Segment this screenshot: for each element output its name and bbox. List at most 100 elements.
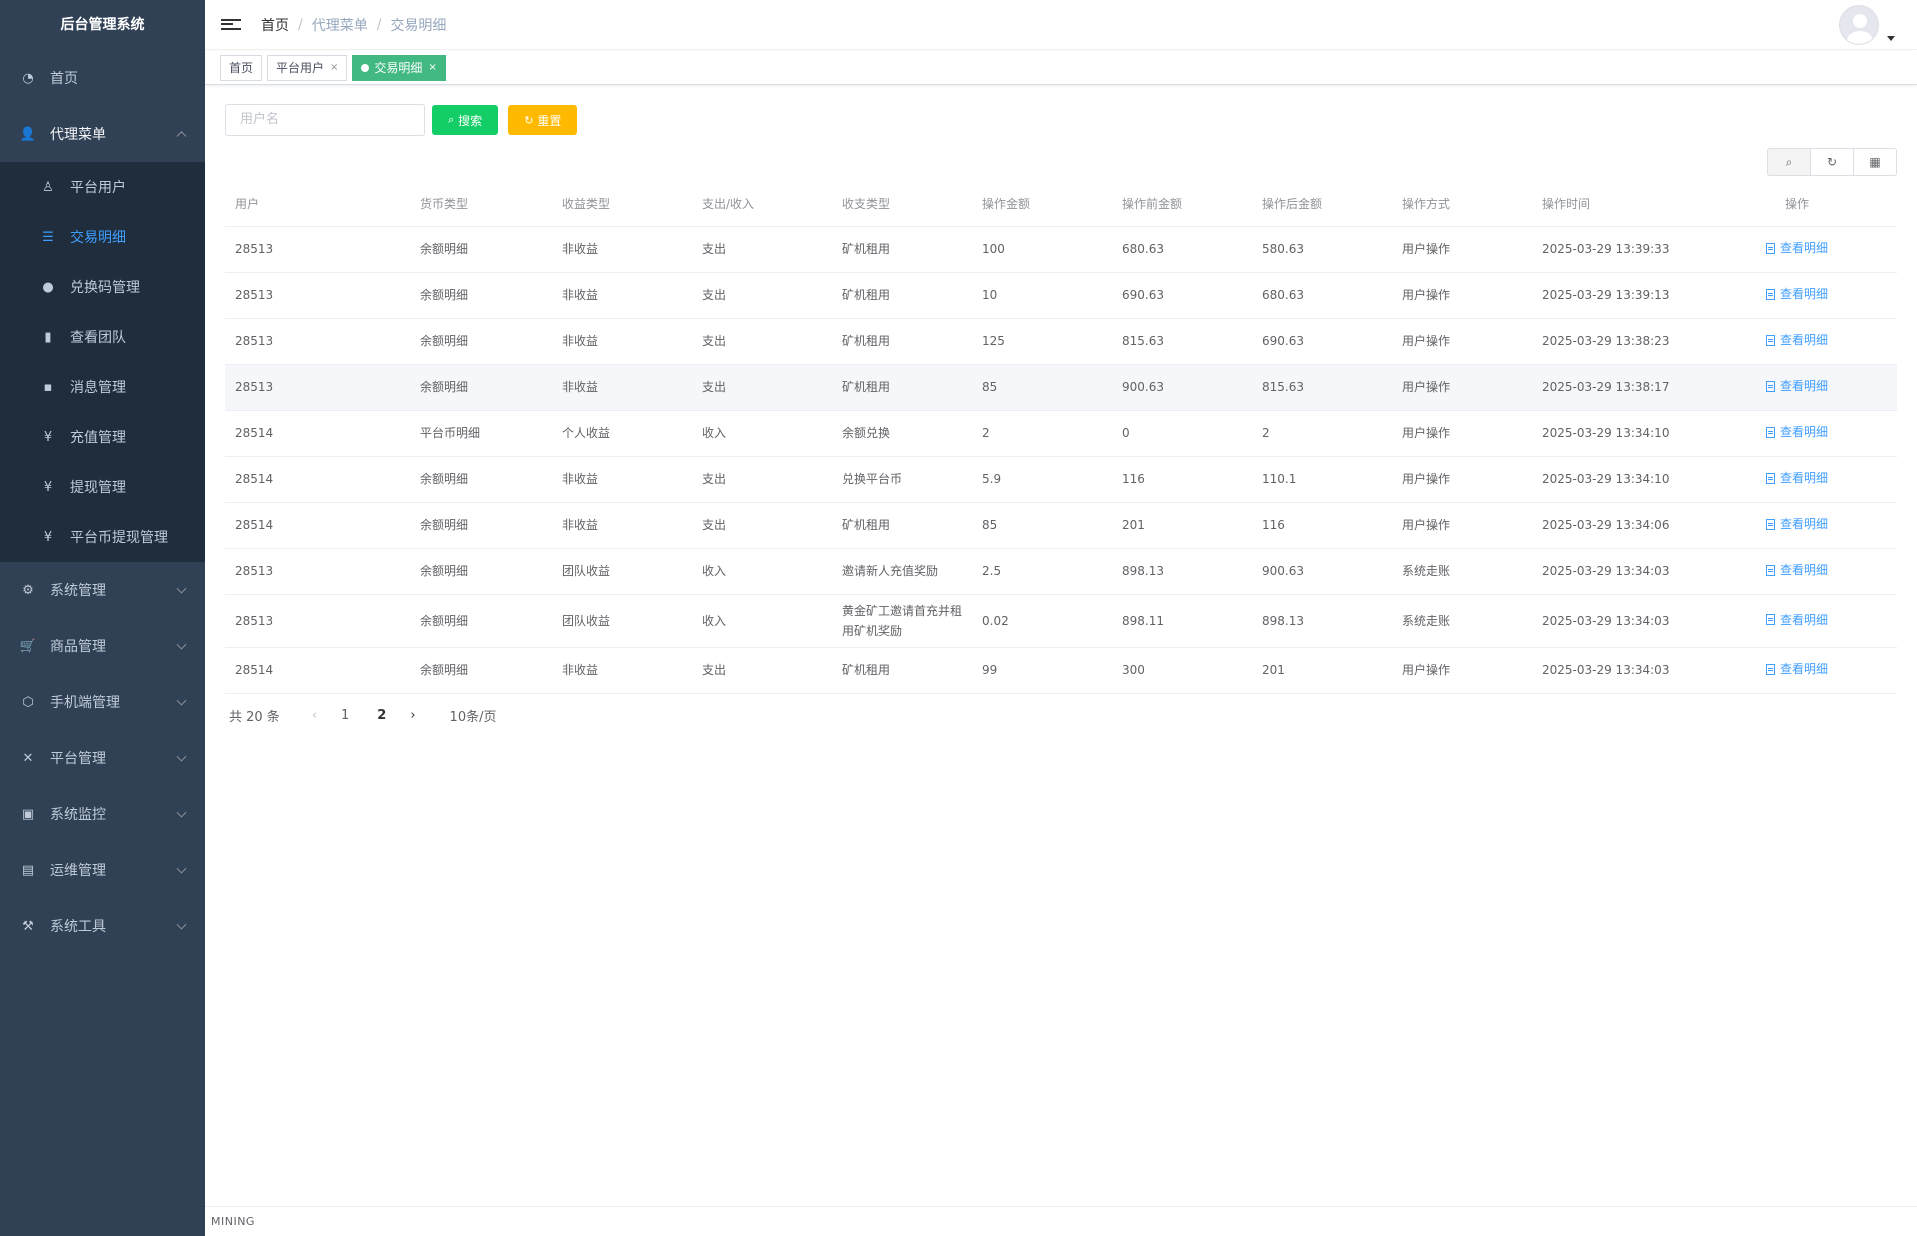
column-header: 操作后金额 <box>1252 182 1392 227</box>
table-cell: 用户操作 <box>1392 410 1532 457</box>
sidebar-item-messages[interactable]: ▪ 消息管理 <box>0 362 205 412</box>
avatar[interactable] <box>1839 5 1879 45</box>
sidebar-item-transactions[interactable]: ☰ 交易明细 <box>0 212 205 262</box>
page-1[interactable]: 1 <box>341 708 349 723</box>
next-page-icon[interactable]: › <box>410 708 415 723</box>
table-cell: 矿机租用 <box>832 364 972 411</box>
chevron-down-icon <box>176 919 187 930</box>
sidebar-item-coin-withdraw[interactable]: ¥ 平台币提现管理 <box>0 512 205 562</box>
table-cell: 300 <box>1112 647 1252 694</box>
sidebar-item-agent-menu[interactable]: 👤 代理菜单 <box>0 106 205 162</box>
document-icon <box>1765 614 1775 626</box>
table-cell: 10 <box>972 272 1112 319</box>
table-cell-actions: 查看明细 <box>1697 502 1897 549</box>
refresh-icon: ↻ <box>524 113 534 127</box>
sidebar-item-team[interactable]: ▮ 查看团队 <box>0 312 205 362</box>
page-size-select[interactable]: 10条/页 <box>450 706 497 725</box>
sidebar-item-goods[interactable]: 🛒 商品管理 <box>0 618 205 674</box>
breadcrumb-home[interactable]: 首页 <box>261 15 289 35</box>
refresh-button[interactable]: ↻ <box>1810 148 1854 176</box>
table-cell: 201 <box>1252 647 1392 694</box>
table-cell: 28513 <box>225 594 410 648</box>
table-cell: 余额明细 <box>410 594 552 648</box>
chevron-up-icon <box>176 131 187 142</box>
table-cell: 2025-03-29 13:34:03 <box>1532 647 1697 694</box>
page-2[interactable]: 2 <box>377 708 386 723</box>
caret-down-icon[interactable] <box>1887 36 1895 41</box>
sidebar-item-home[interactable]: ◔ 首页 <box>0 50 205 106</box>
table-cell: 余额明细 <box>410 272 552 319</box>
table-cell: 2025-03-29 13:34:06 <box>1532 502 1697 549</box>
sidebar-item-label: 手机端管理 <box>50 695 120 711</box>
table-cell: 116 <box>1252 502 1392 549</box>
breadcrumb: 首页 / 代理菜单 / 交易明细 <box>261 15 446 35</box>
view-detail-link[interactable]: 查看明细 <box>1765 514 1828 534</box>
username-input[interactable]: 用户名 <box>225 104 425 136</box>
search-button[interactable]: ⌕ 搜索 <box>432 105 499 135</box>
sidebar-item-mobile[interactable]: ⬡ 手机端管理 <box>0 674 205 730</box>
table-cell: 个人收益 <box>552 410 692 457</box>
sidebar-item-system[interactable]: ⚙ 系统管理 <box>0 562 205 618</box>
cube-icon: ⬡ <box>22 694 34 710</box>
chevron-down-icon <box>176 639 187 650</box>
tab-home[interactable]: 首页 <box>220 54 263 81</box>
reset-button[interactable]: ↻ 重置 <box>508 105 578 135</box>
sidebar-item-tools[interactable]: ⚒ 系统工具 <box>0 898 205 954</box>
tab-platform-users[interactable]: 平台用户 × <box>267 54 348 81</box>
sidebar-item-label: 系统工具 <box>50 919 106 935</box>
table-cell: 团队收益 <box>552 594 692 648</box>
sidebar-item-recharge[interactable]: ¥ 充值管理 <box>0 412 205 462</box>
table-cell: 黄金矿工邀请首充并租用矿机奖励 <box>832 594 972 648</box>
tags-view: 首页 平台用户 × 交易明细 × <box>205 51 1917 85</box>
breadcrumb-agent-menu: 代理菜单 <box>311 17 368 34</box>
table-cell: 85 <box>972 364 1112 411</box>
view-detail-link[interactable]: 查看明细 <box>1765 422 1828 442</box>
search-form: 用户名 ⌕ 搜索 ↻ 重置 <box>225 104 1897 136</box>
toolkit-icon: ⚒ <box>22 918 34 934</box>
table-cell: 兑换平台币 <box>832 456 972 503</box>
yen-icon: ¥ <box>43 429 53 445</box>
table-cell: 680.63 <box>1112 226 1252 273</box>
view-detail-link[interactable]: 查看明细 <box>1765 238 1828 258</box>
table-cell-actions: 查看明细 <box>1697 647 1897 694</box>
chevron-down-icon <box>176 583 187 594</box>
table-cell: 支出 <box>692 647 832 694</box>
table-cell: 2025-03-29 13:34:03 <box>1532 594 1697 648</box>
view-detail-link[interactable]: 查看明细 <box>1765 330 1828 350</box>
table-cell: 28514 <box>225 647 410 694</box>
view-detail-link[interactable]: 查看明细 <box>1765 376 1828 396</box>
view-detail-link[interactable]: 查看明细 <box>1765 659 1828 679</box>
cart-icon: 🛒 <box>19 638 37 654</box>
close-icon[interactable]: × <box>330 56 338 80</box>
view-detail-link[interactable]: 查看明细 <box>1765 610 1828 630</box>
table-cell: 矿机租用 <box>832 502 972 549</box>
view-detail-link[interactable]: 查看明细 <box>1765 284 1828 304</box>
bar-chart-icon: ▮ <box>44 329 52 345</box>
sidebar-item-label: 交易明细 <box>70 230 126 246</box>
toggle-search-button[interactable]: ⌕ <box>1767 148 1811 176</box>
sidebar-item-monitor[interactable]: ▣ 系统监控 <box>0 786 205 842</box>
table-cell: 201 <box>1112 502 1252 549</box>
table-cell: 100 <box>972 226 1112 273</box>
sidebar-item-withdraw[interactable]: ¥ 提现管理 <box>0 462 205 512</box>
prev-page-icon[interactable]: ‹ <box>312 708 317 723</box>
view-detail-link[interactable]: 查看明细 <box>1765 468 1828 488</box>
columns-button[interactable]: ▦ <box>1853 148 1897 176</box>
tab-transactions[interactable]: 交易明细 × <box>352 54 446 81</box>
table-cell-actions: 查看明细 <box>1697 364 1897 411</box>
view-detail-link[interactable]: 查看明细 <box>1765 560 1828 580</box>
close-icon[interactable]: × <box>428 56 436 80</box>
table-toolbar: ⌕ ↻ ▦ <box>1767 148 1897 176</box>
sidebar-item-platform-users[interactable]: ♙ 平台用户 <box>0 162 205 212</box>
tab-label: 首页 <box>229 60 254 75</box>
table-cell: 0 <box>1112 410 1252 457</box>
table-cell: 28514 <box>225 502 410 549</box>
table-cell: 用户操作 <box>1392 456 1532 503</box>
user-menu[interactable] <box>1839 5 1895 45</box>
main-content: 用户名 ⌕ 搜索 ↻ 重置 ⌕ ↻ ▦ 用户 货币类型 收益类型 支出/收入 收… <box>205 86 1917 1206</box>
hamburger-icon[interactable] <box>221 15 241 35</box>
sidebar-item-redeem-codes[interactable]: ● 兑换码管理 <box>0 262 205 312</box>
table-cell-actions: 查看明细 <box>1697 226 1897 273</box>
sidebar-item-ops[interactable]: ▤ 运维管理 <box>0 842 205 898</box>
sidebar-item-platform[interactable]: ✕ 平台管理 <box>0 730 205 786</box>
